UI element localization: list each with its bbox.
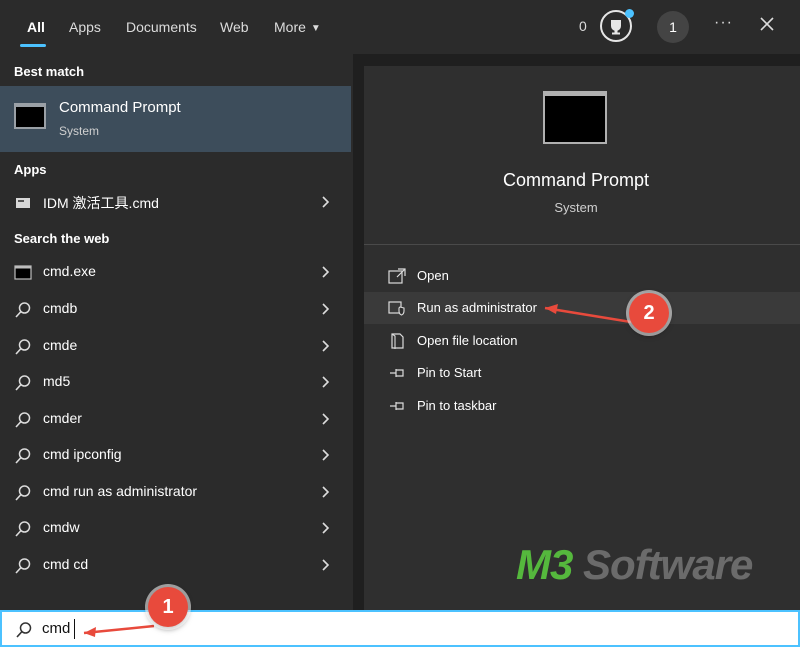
caret-down-icon: ▼ [310, 23, 321, 34]
chevron-right-icon[interactable] [318, 412, 332, 426]
search-icon [15, 339, 31, 355]
command-prompt-icon [14, 103, 46, 129]
search-bar[interactable] [0, 610, 800, 647]
callout-badge-1: 1 [148, 587, 188, 627]
list-item-label: cmd.exe [43, 263, 96, 279]
pin-icon [390, 402, 404, 410]
search-icon [15, 448, 31, 464]
search-icon [15, 558, 31, 574]
search-icon [15, 302, 31, 318]
tab-documents[interactable]: Documents [126, 18, 197, 36]
search-input[interactable] [42, 620, 242, 637]
section-search-web: Search the web [14, 231, 110, 246]
rewards-points: 0 [579, 18, 587, 34]
list-item-label: cmder [43, 410, 82, 426]
pin-icon [390, 369, 404, 377]
chevron-right-icon[interactable] [318, 195, 332, 209]
more-options-icon[interactable]: ··· [714, 14, 733, 32]
search-icon [16, 622, 32, 638]
close-icon[interactable] [757, 14, 777, 34]
results-list: Best match Command Prompt System Apps ID… [0, 54, 353, 610]
action-label: Run as administrator [417, 300, 537, 315]
shield-icon [388, 301, 405, 316]
open-icon [388, 268, 406, 284]
command-prompt-large-icon [543, 91, 607, 144]
chevron-right-icon[interactable] [318, 339, 332, 353]
list-item-web[interactable]: cmder [0, 402, 351, 436]
action-pin-to-start[interactable]: Pin to Start [364, 357, 800, 389]
list-item-label: cmd run as administrator [43, 483, 198, 499]
list-item-app[interactable]: IDM 激活工具.cmd [0, 185, 351, 219]
list-item-label: md5 [43, 373, 71, 389]
list-item-label: cmdw [43, 519, 80, 535]
best-match-title: Command Prompt [59, 99, 181, 116]
list-item-web[interactable]: cmd.exe [0, 255, 351, 289]
action-open[interactable]: Open [364, 260, 800, 292]
list-item-web[interactable]: cmd run as administrator [0, 475, 351, 509]
best-match-item[interactable]: Command Prompt System [0, 86, 351, 152]
search-icon [15, 485, 31, 501]
chevron-right-icon[interactable] [318, 448, 332, 462]
list-item-web[interactable]: cmdb [0, 292, 351, 326]
chevron-right-icon[interactable] [318, 265, 332, 279]
list-item-label: cmd cd [43, 556, 89, 572]
preview-subtitle: System [554, 200, 598, 215]
chevron-right-icon[interactable] [318, 375, 332, 389]
list-item-label: cmd ipconfig [43, 446, 122, 462]
tab-more[interactable]: More ▼ [274, 18, 321, 36]
action-label: Pin to taskbar [417, 398, 497, 413]
action-run-as-administrator[interactable]: Run as administrator [364, 292, 800, 324]
divider [364, 244, 800, 245]
chevron-right-icon[interactable] [318, 521, 332, 535]
list-item-web[interactable]: cmdw [0, 511, 351, 545]
m3-software-watermark: M3 Software [516, 541, 753, 588]
list-item-web[interactable]: cmd ipconfig [0, 438, 351, 472]
chevron-right-icon[interactable] [318, 558, 332, 572]
list-item-label: IDM 激活工具.cmd [43, 195, 159, 211]
text-caret [74, 619, 75, 639]
action-open-file-location[interactable]: Open file location [364, 325, 800, 357]
search-icon [15, 412, 31, 428]
list-item-web[interactable]: cmde [0, 329, 351, 363]
file-location-icon [391, 333, 404, 349]
active-tab-indicator [20, 44, 46, 47]
preview-pane: Command Prompt System Open Run as admini… [364, 66, 800, 610]
tab-more-label: More [274, 19, 306, 35]
script-file-icon [16, 198, 30, 208]
notification-dot [625, 9, 634, 18]
preview-title: Command Prompt [502, 170, 650, 190]
action-label: Open [417, 268, 449, 283]
search-icon [15, 375, 31, 391]
tab-web[interactable]: Web [220, 18, 249, 36]
tab-all[interactable]: All [27, 18, 45, 36]
section-apps: Apps [14, 162, 47, 177]
section-best-match: Best match [14, 64, 85, 79]
command-prompt-small-icon [14, 265, 32, 280]
list-item-web[interactable]: md5 [0, 365, 351, 399]
list-item-label: cmde [43, 337, 78, 353]
action-label: Pin to Start [417, 365, 482, 380]
action-pin-to-taskbar[interactable]: Pin to taskbar [364, 390, 800, 422]
best-match-subtitle: System [59, 124, 100, 138]
tab-apps[interactable]: Apps [69, 18, 101, 36]
list-item-web[interactable]: cmd cd [0, 548, 351, 582]
chevron-right-icon[interactable] [318, 302, 332, 316]
chevron-right-icon[interactable] [318, 485, 332, 499]
action-label: Open file location [417, 333, 518, 348]
callout-badge-2: 2 [629, 293, 669, 333]
search-icon [15, 521, 31, 537]
search-tab-bar: All Apps Documents Web More ▼ 0 1 ··· [0, 0, 800, 54]
avatar[interactable]: 1 [657, 11, 689, 43]
list-item-label: cmdb [43, 300, 78, 316]
